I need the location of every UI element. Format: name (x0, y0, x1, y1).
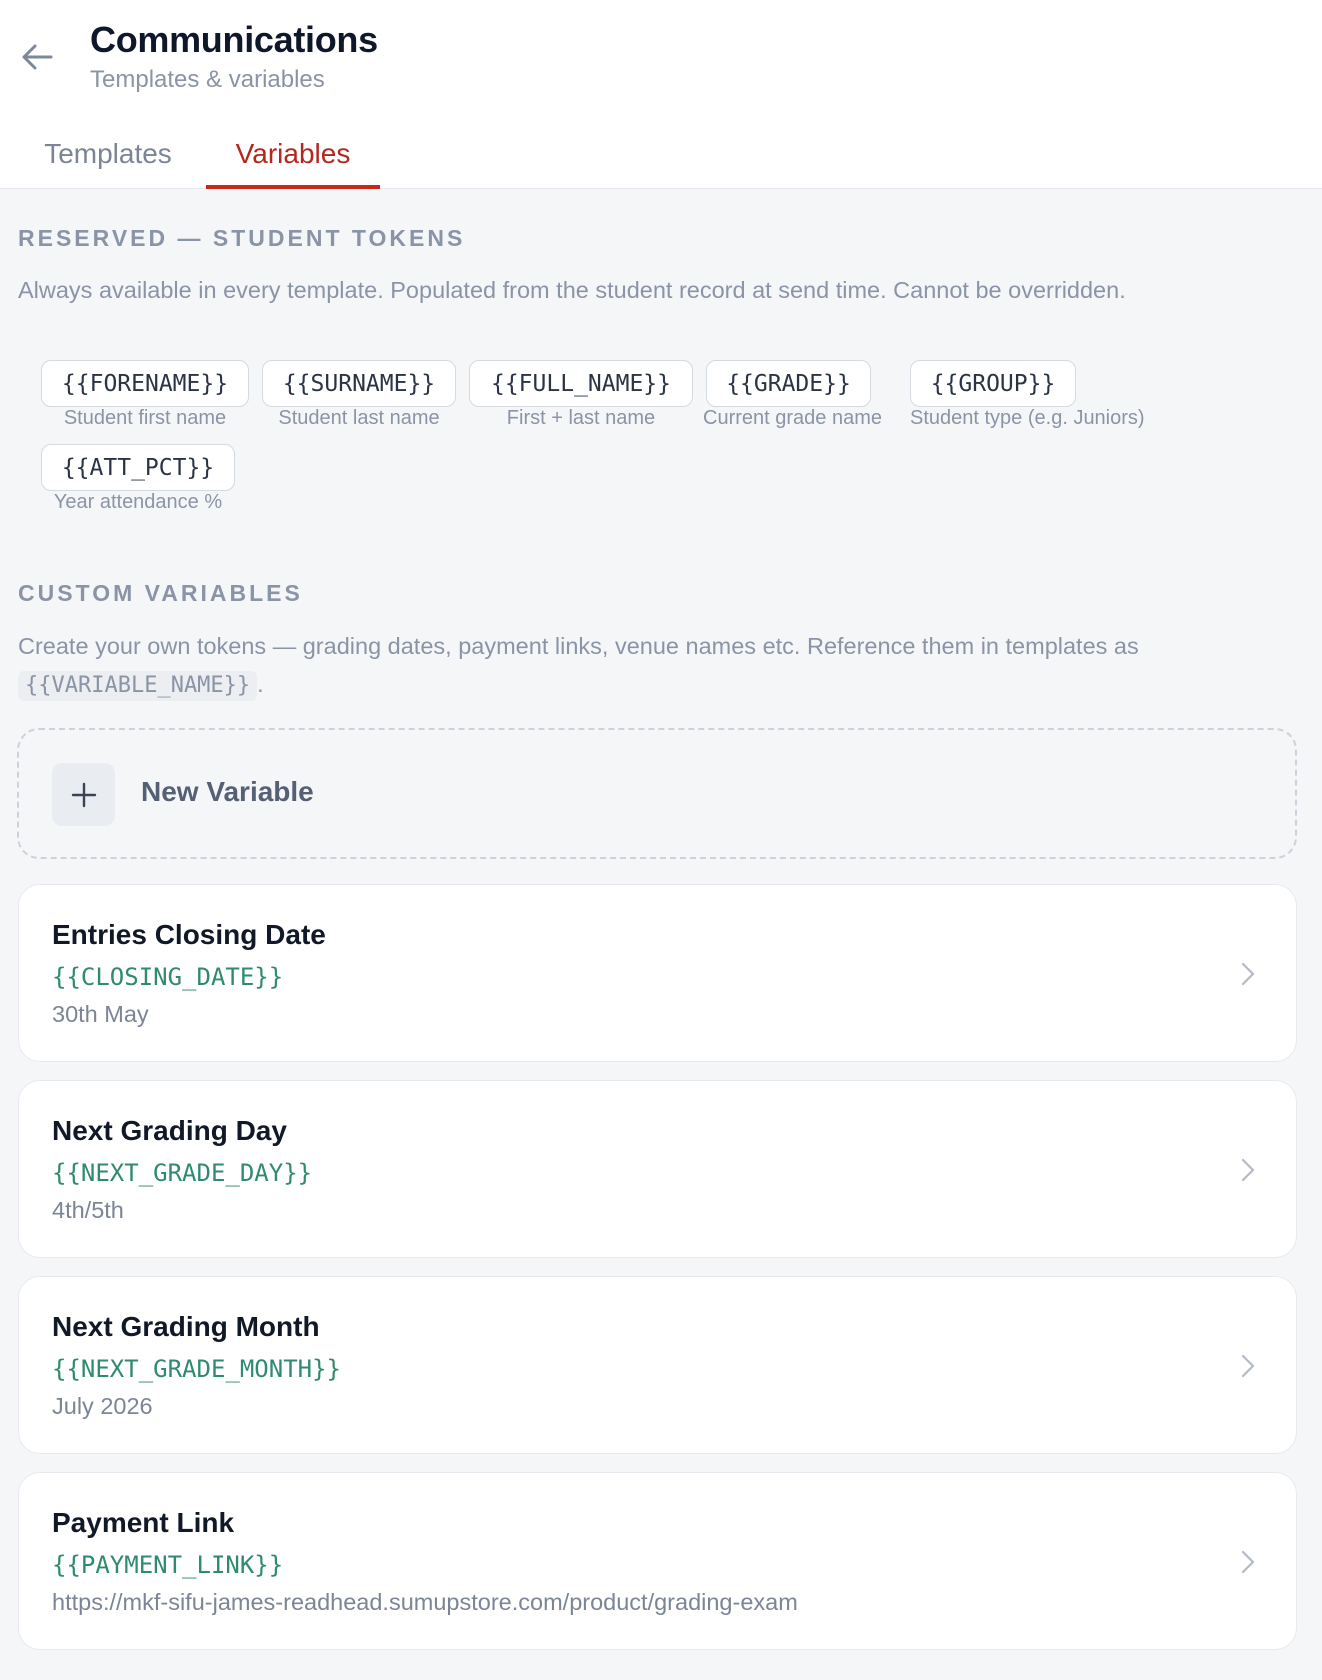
tab-templates[interactable]: Templates (22, 118, 194, 189)
page-header: Communications Templates & variables Tem… (0, 0, 1322, 189)
variable-card[interactable]: Next Grading Month {{NEXT_GRADE_MONTH}} … (18, 1276, 1297, 1454)
back-button[interactable] (14, 34, 60, 80)
chevron-right-icon (1241, 962, 1255, 986)
token-surname[interactable]: {{SURNAME}} (262, 360, 456, 407)
token-label-forename: Student first name (63, 407, 227, 429)
chevron-right-icon (1241, 1158, 1255, 1182)
variable-token: {{CLOSING_DATE}} (52, 963, 284, 991)
plus-icon-box (52, 763, 115, 826)
variable-value: 4th/5th (52, 1197, 124, 1223)
token-att-pct[interactable]: {{ATT_PCT}} (41, 444, 235, 491)
custom-description: Create your own tokens — grading dates, … (18, 627, 1258, 703)
custom-heading: CUSTOM VARIABLES (18, 580, 303, 606)
variable-value: 30th May (52, 1001, 149, 1027)
variable-token: {{PAYMENT_LINK}} (52, 1551, 284, 1579)
page-subtitle: Templates & variables (90, 66, 325, 93)
token-forename[interactable]: {{FORENAME}} (41, 360, 249, 407)
variable-token: {{NEXT_GRADE_MONTH}} (52, 1355, 341, 1383)
token-group[interactable]: {{GROUP}} (910, 360, 1076, 407)
tab-variables[interactable]: Variables (206, 118, 380, 189)
variable-card[interactable]: Next Grading Day {{NEXT_GRADE_DAY}} 4th/… (18, 1080, 1297, 1258)
token-label-surname: Student last name (278, 407, 440, 429)
arrow-left-icon (22, 44, 53, 70)
page-title: Communications (90, 19, 378, 60)
token-grade[interactable]: {{GRADE}} (706, 360, 871, 407)
variable-value: July 2026 (52, 1393, 153, 1419)
chevron-right-icon (1241, 1354, 1255, 1378)
chevron-right-icon (1241, 1550, 1255, 1574)
example-token: {{VARIABLE_NAME}} (18, 671, 258, 701)
variable-name: Entries Closing Date (52, 919, 326, 950)
tab-bar: Templates Variables (0, 118, 1322, 189)
plus-icon (71, 782, 96, 807)
token-label-att-pct: Year attendance % (53, 491, 223, 513)
variable-name: Payment Link (52, 1507, 235, 1538)
new-variable-label: New Variable (141, 776, 314, 807)
variable-card[interactable]: Payment Link {{PAYMENT_LINK}} https://mk… (18, 1472, 1297, 1650)
variable-name: Next Grading Month (52, 1311, 320, 1342)
active-tab-indicator (206, 185, 380, 189)
token-full-name[interactable]: {{FULL_NAME}} (469, 360, 693, 407)
token-label-full-name: First + last name (506, 407, 656, 429)
reserved-description: Always available in every template. Popu… (18, 277, 1126, 303)
new-variable-button[interactable]: New Variable (17, 728, 1297, 859)
variable-card[interactable]: Entries Closing Date {{CLOSING_DATE}} 30… (18, 884, 1297, 1062)
token-label-group: Student type (e.g. Juniors) (910, 407, 1145, 429)
reserved-heading: RESERVED — STUDENT TOKENS (18, 225, 466, 251)
custom-description-end: . (257, 671, 264, 697)
variable-name: Next Grading Day (52, 1115, 287, 1146)
token-label-grade: Current grade name (703, 407, 882, 429)
variable-value: https://mkf-sifu-james-readhead.sumupsto… (52, 1589, 798, 1615)
custom-description-text: Create your own tokens — grading dates, … (18, 633, 1139, 659)
variable-token: {{NEXT_GRADE_DAY}} (52, 1159, 313, 1187)
